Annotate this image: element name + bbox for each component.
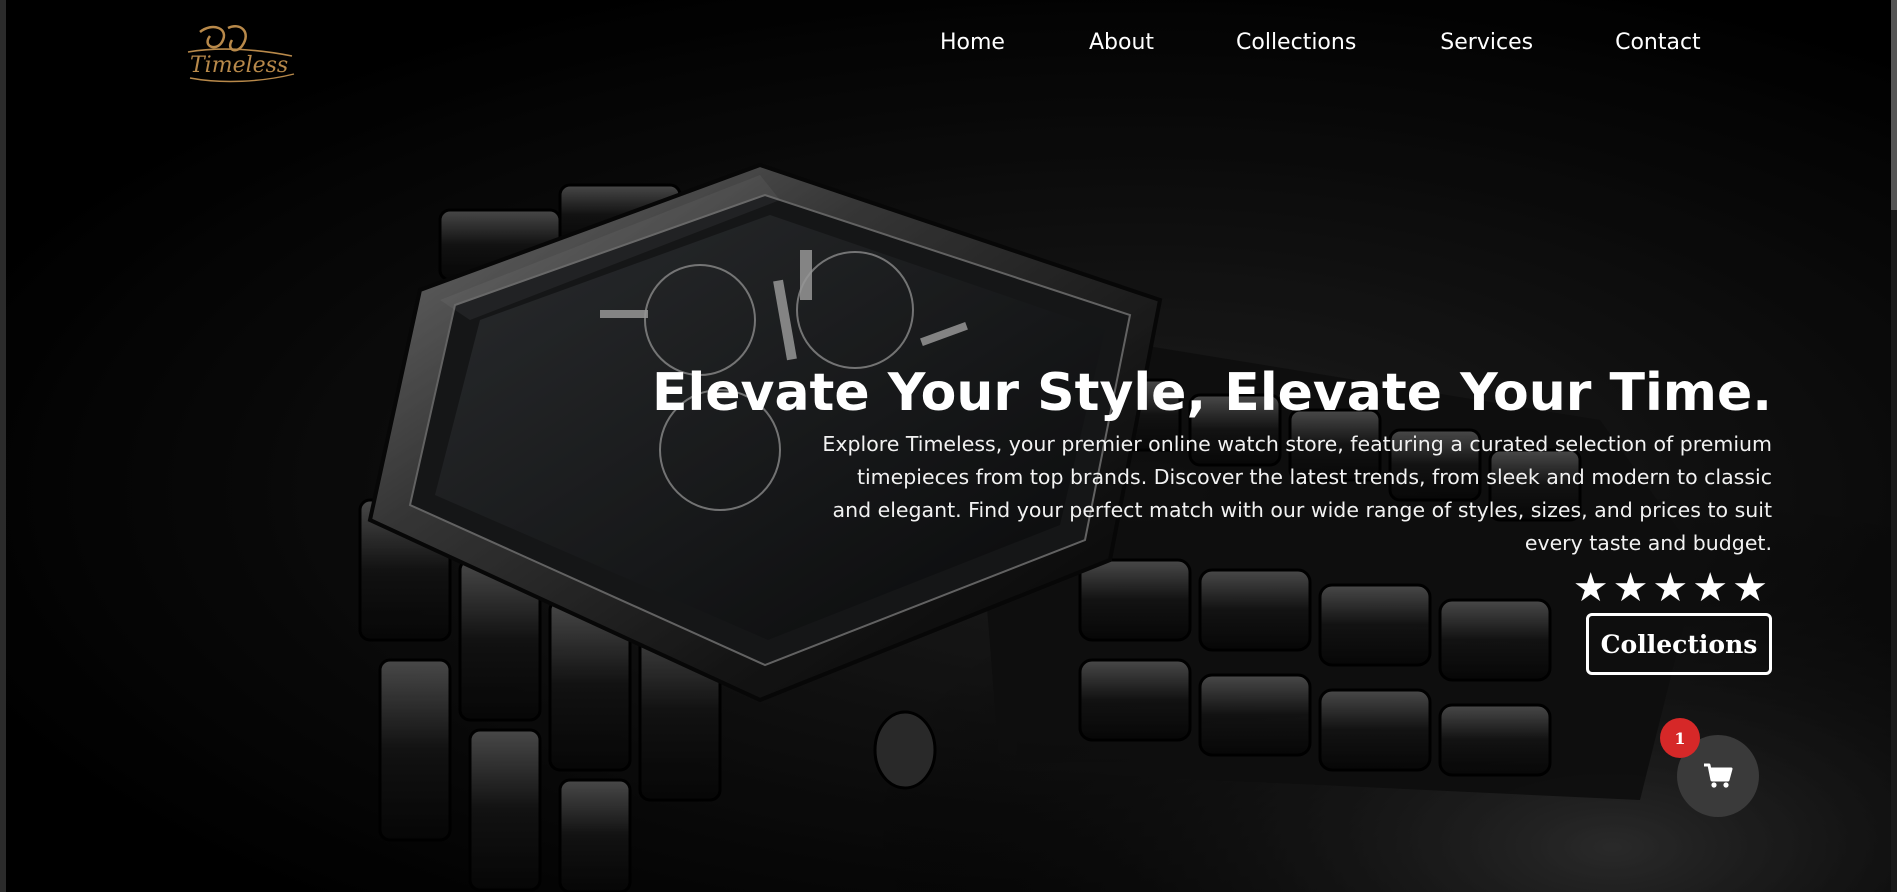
hero-description: Explore Timeless, your premier online wa… xyxy=(822,432,1772,555)
timeless-logo[interactable]: Timeless xyxy=(182,22,300,86)
scrollbar-thumb[interactable] xyxy=(1891,0,1897,210)
nav-link-home[interactable]: Home xyxy=(940,28,1005,58)
rating-stars: ★★★★★ xyxy=(1572,565,1772,611)
cart-icon xyxy=(1704,763,1733,788)
nav-link-services[interactable]: Services xyxy=(1440,28,1533,58)
hero-title: Elevate Your Style, Elevate Your Time. xyxy=(651,363,1772,423)
svg-text:Timeless: Timeless xyxy=(190,53,288,78)
page: Timeless Home About Collections Services… xyxy=(0,0,1897,892)
window-left-border xyxy=(0,0,6,892)
nav-link-contact[interactable]: Contact xyxy=(1615,28,1701,58)
nav-link-collections[interactable]: Collections xyxy=(1236,28,1356,58)
main-nav: Home About Collections Services Contact xyxy=(940,28,1701,58)
cart-count-badge: 1 xyxy=(1660,718,1700,758)
scrollbar[interactable] xyxy=(1891,0,1897,892)
nav-link-about[interactable]: About xyxy=(1089,28,1154,58)
collections-button[interactable]: Collections xyxy=(1586,613,1772,675)
hero-content: Elevate Your Style, Elevate Your Time. E… xyxy=(622,360,1772,608)
